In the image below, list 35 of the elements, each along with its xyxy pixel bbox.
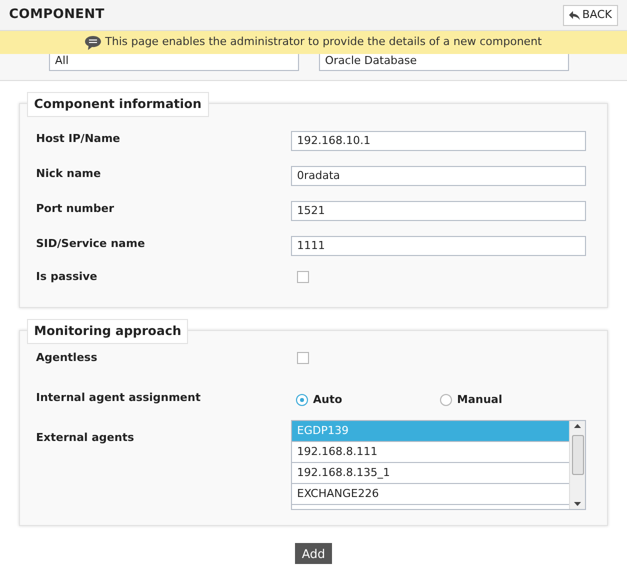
- add-button[interactable]: Add: [294, 543, 332, 564]
- list-item[interactable]: EXCHANGE226: [292, 484, 569, 505]
- dropdown-field[interactable]: All: [49, 54, 299, 71]
- field-label: Agentless: [36, 350, 98, 366]
- field-label: Nick name: [36, 166, 102, 182]
- scroll-up-icon[interactable]: [574, 424, 581, 428]
- text-input[interactable]: 192.168.10.1: [291, 130, 586, 150]
- list-item[interactable]: 192.168.8.135_1: [292, 463, 569, 484]
- field-label: SID/Service name: [36, 236, 146, 252]
- field-label: Is passive: [36, 268, 98, 285]
- field-label: External agents: [36, 430, 136, 446]
- radio-button[interactable]: [296, 394, 308, 406]
- checkbox[interactable]: [297, 271, 309, 283]
- text-input[interactable]: 1111: [291, 236, 586, 256]
- list-item[interactable]: 192.168.8.111: [292, 442, 569, 463]
- page-title: COMPONENT: [9, 6, 104, 24]
- speech-bubble-icon: [85, 36, 102, 50]
- scroll-down-icon[interactable]: [574, 502, 581, 506]
- radio-label[interactable]: Auto: [313, 392, 342, 408]
- radio-label[interactable]: Manual: [457, 392, 502, 408]
- checkbox[interactable]: [297, 352, 309, 364]
- agent-list[interactable]: EGDP139 192.168.8.111 192.168.8.135_1 EXCHANGE226: [291, 420, 586, 510]
- field-label: Host IP/Name: [36, 130, 122, 147]
- panel-legend: Monitoring approach: [27, 319, 188, 344]
- text-input[interactable]: 0radata: [291, 166, 586, 186]
- banner-text: This page enables the administrator to provide the details of a new component: [105, 34, 542, 50]
- text-input[interactable]: 1521: [291, 200, 586, 220]
- radio-button[interactable]: [440, 394, 452, 406]
- back-button[interactable]: BACK: [563, 4, 618, 26]
- scrollbar[interactable]: [569, 421, 585, 509]
- field-label: Internal agent assignment: [36, 390, 202, 406]
- dropdown-field[interactable]: Oracle Database: [319, 54, 569, 71]
- field-label: Port number: [36, 200, 116, 217]
- panel-legend: Component information: [27, 92, 209, 117]
- reply-arrow-icon: [569, 10, 580, 20]
